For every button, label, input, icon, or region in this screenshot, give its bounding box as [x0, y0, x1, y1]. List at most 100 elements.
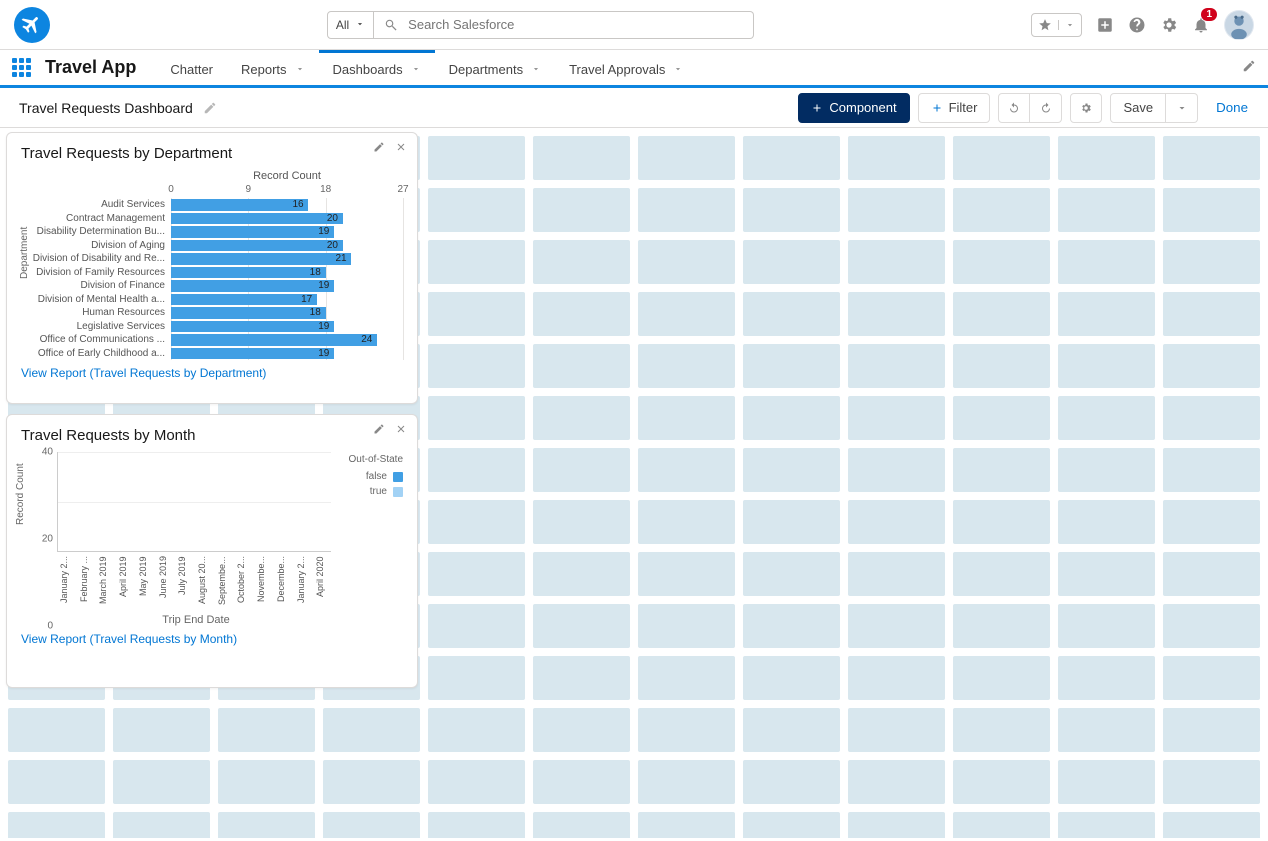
chevron-down-icon: [531, 62, 541, 77]
chart-x-axis-title: Trip End Date: [57, 614, 335, 626]
legend-swatch-icon: [393, 472, 403, 482]
nav-tab-dashboards[interactable]: Dashboards: [319, 50, 435, 85]
chart-bar: Division of Aging20: [21, 239, 403, 253]
edit-component-button[interactable]: [373, 423, 385, 438]
legend-title: Out-of-State: [335, 454, 403, 465]
edit-nav-button[interactable]: [1242, 59, 1256, 76]
notification-badge: 1: [1201, 8, 1217, 21]
dashboard-title: Travel Requests Dashboard: [19, 100, 193, 116]
save-menu-button[interactable]: [1166, 93, 1198, 123]
chevron-down-icon: [411, 62, 421, 77]
undo-icon: [1008, 102, 1020, 114]
done-button[interactable]: Done: [1206, 100, 1258, 115]
chevron-down-icon: [673, 62, 683, 77]
close-icon: [395, 141, 407, 153]
chart-month: Record Count 02040 January 2...February …: [21, 452, 403, 626]
app-name: Travel App: [45, 50, 136, 85]
avatar-illustration-icon: [1225, 11, 1253, 39]
notifications-button[interactable]: 1: [1192, 16, 1210, 34]
gear-icon: [1080, 102, 1092, 114]
dashboard-title-wrap[interactable]: Travel Requests Dashboard: [10, 95, 226, 121]
chart-x-ticks: January 2...February ...March 2019April …: [57, 556, 335, 610]
chart-y-ticks: 02040: [39, 452, 55, 626]
nav-tabs: ChatterReportsDashboardsDepartmentsTrave…: [156, 50, 697, 85]
pencil-icon: [203, 101, 217, 115]
chevron-down-icon: [355, 18, 365, 32]
redo-button[interactable]: [1030, 93, 1062, 123]
chart-bar: Office of Early Childhood a...19: [21, 347, 403, 361]
pencil-icon: [373, 423, 385, 435]
user-avatar[interactable]: [1224, 10, 1254, 40]
chevron-down-icon: [295, 62, 305, 77]
chart-plot: [57, 452, 331, 552]
chart-x-axis-title: Record Count: [171, 170, 403, 182]
chevron-down-icon: [1176, 102, 1188, 114]
search-input[interactable]: [406, 16, 743, 33]
add-filter-label: Filter: [949, 100, 978, 115]
chart-y-axis-title: Department: [19, 227, 30, 279]
legend-entry: false: [335, 471, 403, 482]
remove-component-button[interactable]: [395, 141, 407, 156]
chart-dept: Record Count 091827 Department Audit Ser…: [21, 170, 403, 360]
undo-button[interactable]: [998, 93, 1030, 123]
nav-tab-departments[interactable]: Departments: [435, 50, 555, 85]
nav-tab-travel-approvals[interactable]: Travel Approvals: [555, 50, 697, 85]
airplane-icon: [21, 14, 43, 36]
save-button[interactable]: Save: [1110, 93, 1166, 123]
component-card-dept[interactable]: Travel Requests by Department Record Cou…: [6, 132, 418, 404]
chevron-down-icon: [1065, 20, 1075, 30]
nav-tab-reports[interactable]: Reports: [227, 50, 319, 85]
view-report-link[interactable]: View Report (Travel Requests by Departme…: [21, 366, 266, 380]
nav-tab-chatter[interactable]: Chatter: [156, 50, 227, 85]
component-actions: [373, 423, 407, 438]
legend-swatch-icon: [393, 487, 403, 497]
edit-component-button[interactable]: [373, 141, 385, 156]
favorites-button[interactable]: [1031, 13, 1082, 37]
add-component-label: Component: [829, 100, 896, 115]
help-button[interactable]: [1128, 16, 1146, 34]
chart-bar: Division of Disability and Re...21: [21, 252, 403, 266]
dashboard-properties-button[interactable]: [1070, 93, 1102, 123]
global-header: All 1: [0, 0, 1268, 50]
dashboard-canvas: Travel Requests by Department Record Cou…: [0, 128, 1268, 838]
chart-rows: Department Audit Services16Contract Mana…: [21, 198, 403, 360]
plus-icon: [931, 102, 943, 114]
component-title: Travel Requests by Month: [21, 427, 403, 444]
component-actions: [373, 141, 407, 156]
add-filter-button[interactable]: Filter: [918, 93, 991, 123]
chart-y-axis-title: Record Count: [15, 463, 26, 525]
global-search: All: [327, 11, 754, 39]
toolbar-actions: Component Filter Save Done: [798, 93, 1258, 123]
gear-icon: [1160, 16, 1178, 34]
waffle-icon: [12, 58, 31, 77]
dashboard-toolbar: Travel Requests Dashboard Component Filt…: [0, 88, 1268, 128]
chart-bar: Contract Management20: [21, 212, 403, 226]
chart-x-ticks: 091827: [171, 184, 403, 198]
view-report-link[interactable]: View Report (Travel Requests by Month): [21, 632, 237, 646]
search-icon: [384, 18, 398, 32]
chart-legend: Out-of-State falsetrue: [335, 452, 403, 626]
header-actions: 1: [1031, 10, 1254, 40]
redo-icon: [1040, 102, 1052, 114]
remove-component-button[interactable]: [395, 423, 407, 438]
search-input-wrap: [374, 11, 754, 39]
chart-bar: Disability Determination Bu...19: [21, 225, 403, 239]
pencil-icon: [1242, 59, 1256, 73]
salesforce-logo[interactable]: [14, 7, 50, 43]
add-component-button[interactable]: Component: [798, 93, 909, 123]
undo-redo-group: [998, 93, 1062, 123]
add-tab-button[interactable]: [1096, 16, 1114, 34]
star-icon: [1038, 18, 1052, 32]
save-group: Save: [1110, 93, 1198, 123]
setup-button[interactable]: [1160, 16, 1178, 34]
pencil-icon: [373, 141, 385, 153]
component-card-month[interactable]: Travel Requests by Month Record Count 02…: [6, 414, 418, 688]
chart-bar: Office of Communications ...24: [21, 333, 403, 347]
plus-icon: [811, 102, 823, 114]
chart-bar: Division of Mental Health a...17: [21, 293, 403, 307]
app-launcher-button[interactable]: [12, 50, 31, 85]
search-scope-dropdown[interactable]: All: [327, 11, 374, 39]
close-icon: [395, 423, 407, 435]
chart-bar: Audit Services16: [21, 198, 403, 212]
component-title: Travel Requests by Department: [21, 145, 403, 162]
